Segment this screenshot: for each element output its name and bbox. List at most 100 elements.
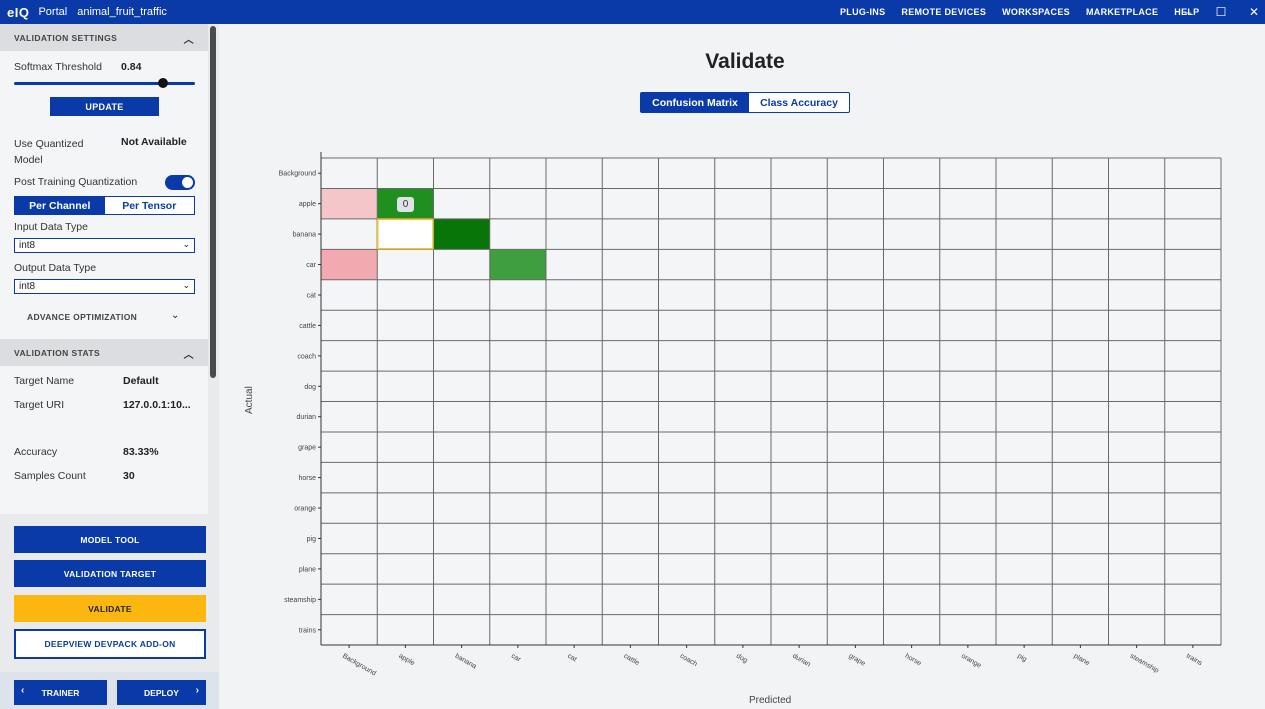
chevron-left-icon: ‹ bbox=[21, 685, 25, 696]
validation-stats-header[interactable]: VALIDATION STATS ︿ bbox=[0, 339, 208, 366]
quantized-value: Not Available bbox=[121, 136, 187, 148]
chevron-down-icon[interactable]: ⌄ bbox=[171, 310, 179, 321]
tab-class-accuracy[interactable]: Class Accuracy bbox=[749, 93, 849, 112]
validation-settings-title: VALIDATION SETTINGS bbox=[14, 32, 118, 43]
x-tick-label: apple bbox=[397, 653, 415, 668]
y-tick-label: cat bbox=[307, 292, 316, 299]
x-tick-label: orange bbox=[960, 653, 982, 670]
view-tabs: Confusion Matrix Class Accuracy bbox=[640, 92, 850, 113]
project-name: animal_fruit_traffic bbox=[77, 6, 167, 18]
top-bar: eIQ Portal animal_fruit_traffic PLUG-INS… bbox=[0, 0, 1265, 24]
chevron-down-icon: ⌄ bbox=[182, 239, 190, 249]
x-tick-label: cattle bbox=[622, 653, 640, 667]
accuracy-label: Accuracy bbox=[14, 446, 58, 458]
model-tool-button[interactable]: MODEL TOOL bbox=[14, 526, 206, 553]
matrix-background bbox=[321, 158, 1221, 645]
x-tick-label: banana bbox=[454, 653, 478, 671]
validation-settings-header[interactable]: VALIDATION SETTINGS ︿ bbox=[0, 24, 208, 51]
sidebar-scrollbar[interactable] bbox=[210, 26, 216, 378]
x-axis-title: Predicted bbox=[749, 695, 792, 706]
chevron-down-icon: ⌄ bbox=[182, 280, 190, 290]
cell-tooltip: 0 bbox=[397, 197, 414, 212]
x-tick-label: pig bbox=[1016, 653, 1028, 664]
matrix-cell[interactable] bbox=[321, 188, 378, 219]
menu-plugins[interactable]: PLUG-INS bbox=[840, 7, 885, 17]
target-uri-value: 127.0.0.1:10... bbox=[123, 399, 191, 411]
ptq-toggle[interactable] bbox=[165, 175, 195, 190]
y-tick-label: coach bbox=[297, 353, 316, 360]
target-name-value: Default bbox=[123, 375, 159, 387]
top-menu: PLUG-INS REMOTE DEVICES WORKSPACES MARKE… bbox=[840, 0, 1215, 24]
samples-value: 30 bbox=[123, 470, 135, 482]
x-tick-label: grape bbox=[847, 653, 866, 668]
per-channel-button[interactable]: Per Channel bbox=[15, 197, 105, 214]
menu-workspaces[interactable]: WORKSPACES bbox=[1002, 7, 1070, 17]
y-tick-label: plane bbox=[299, 566, 316, 573]
x-tick-label: car bbox=[510, 653, 523, 664]
deploy-label: DEPLOY bbox=[144, 687, 179, 698]
per-tensor-button[interactable]: Per Tensor bbox=[105, 197, 195, 214]
chevron-up-icon: ︿ bbox=[183, 35, 194, 46]
selected-cell-outline bbox=[377, 218, 434, 250]
target-name-label: Target Name bbox=[14, 375, 75, 387]
maximize-icon[interactable]: ☐ bbox=[1209, 0, 1233, 24]
close-icon[interactable]: ✕ bbox=[1242, 0, 1265, 24]
y-tick-label: Background bbox=[279, 171, 316, 178]
trainer-button[interactable]: ‹ TRAINER bbox=[14, 680, 107, 705]
sidebar: VALIDATION SETTINGS ︿ Softmax Threshold … bbox=[0, 24, 219, 709]
y-tick-label: orange bbox=[294, 506, 316, 513]
quantization-mode-segment: Per Channel Per Tensor bbox=[14, 196, 195, 215]
advance-optimization-toggle[interactable]: ADVANCE OPTIMIZATION bbox=[27, 312, 137, 322]
y-tick-label: trains bbox=[299, 627, 317, 634]
accuracy-value: 83.33% bbox=[123, 446, 159, 458]
x-tick-label: steamship bbox=[1129, 653, 1160, 675]
y-tick-label: grape bbox=[298, 445, 316, 452]
toggle-knob bbox=[182, 177, 193, 188]
x-tick-label: plane bbox=[1072, 653, 1090, 668]
deploy-button[interactable]: DEPLOY › bbox=[117, 680, 206, 705]
softmax-slider-handle[interactable] bbox=[158, 78, 168, 88]
portal-link[interactable]: Portal bbox=[38, 6, 67, 18]
x-tick-label: Background bbox=[341, 653, 377, 678]
x-tick-label: dog bbox=[735, 653, 749, 665]
x-tick-label: durian bbox=[791, 653, 811, 669]
validate-button[interactable]: VALIDATE bbox=[14, 595, 206, 622]
input-type-label: Input Data Type bbox=[14, 221, 88, 233]
trainer-label: TRAINER bbox=[41, 687, 80, 698]
tab-confusion-matrix[interactable]: Confusion Matrix bbox=[641, 93, 749, 112]
x-tick-label: horse bbox=[904, 653, 923, 668]
samples-label: Samples Count bbox=[14, 470, 86, 482]
validation-target-button[interactable]: VALIDATION TARGET bbox=[14, 560, 206, 587]
matrix-cell[interactable] bbox=[433, 218, 490, 250]
matrix-cell[interactable] bbox=[489, 249, 546, 280]
x-tick-label: trains bbox=[1185, 653, 1204, 668]
x-tick-label: cat bbox=[566, 653, 578, 664]
page-title: Validate bbox=[705, 50, 785, 73]
ptq-label: Post Training Quantization bbox=[14, 176, 138, 188]
menu-remote-devices[interactable]: REMOTE DEVICES bbox=[901, 7, 986, 17]
y-tick-label: steamship bbox=[284, 597, 316, 604]
app-logo: eIQ bbox=[7, 4, 30, 20]
validation-stats-title: VALIDATION STATS bbox=[14, 347, 101, 358]
page-title-wrap: Validate bbox=[0, 50, 1265, 74]
matrix-cell[interactable] bbox=[376, 218, 435, 251]
matrix-cell[interactable] bbox=[321, 249, 378, 280]
y-tick-label: banana bbox=[293, 232, 316, 239]
target-uri-label: Target URI bbox=[14, 399, 65, 411]
deepview-devpack-button[interactable]: DEEPVIEW DEVPACK ADD-ON bbox=[14, 629, 206, 659]
input-type-select[interactable]: int8 ⌄ bbox=[14, 238, 195, 253]
minimize-icon[interactable]: – bbox=[1176, 0, 1200, 24]
y-tick-label: pig bbox=[307, 536, 316, 543]
output-type-value: int8 bbox=[19, 281, 36, 292]
update-button[interactable]: UPDATE bbox=[50, 97, 159, 116]
menu-marketplace[interactable]: MARKETPLACE bbox=[1086, 7, 1158, 17]
x-tick-label: coach bbox=[679, 653, 699, 668]
quantized-label: Use Quantized Model bbox=[14, 138, 84, 166]
output-type-select[interactable]: int8 ⌄ bbox=[14, 279, 195, 294]
output-type-label: Output Data Type bbox=[14, 262, 97, 274]
y-tick-label: dog bbox=[304, 384, 316, 391]
y-tick-label: durian bbox=[297, 414, 317, 421]
input-type-value: int8 bbox=[19, 240, 36, 251]
y-tick-label: car bbox=[306, 262, 316, 269]
y-tick-label: cattle bbox=[299, 323, 316, 330]
